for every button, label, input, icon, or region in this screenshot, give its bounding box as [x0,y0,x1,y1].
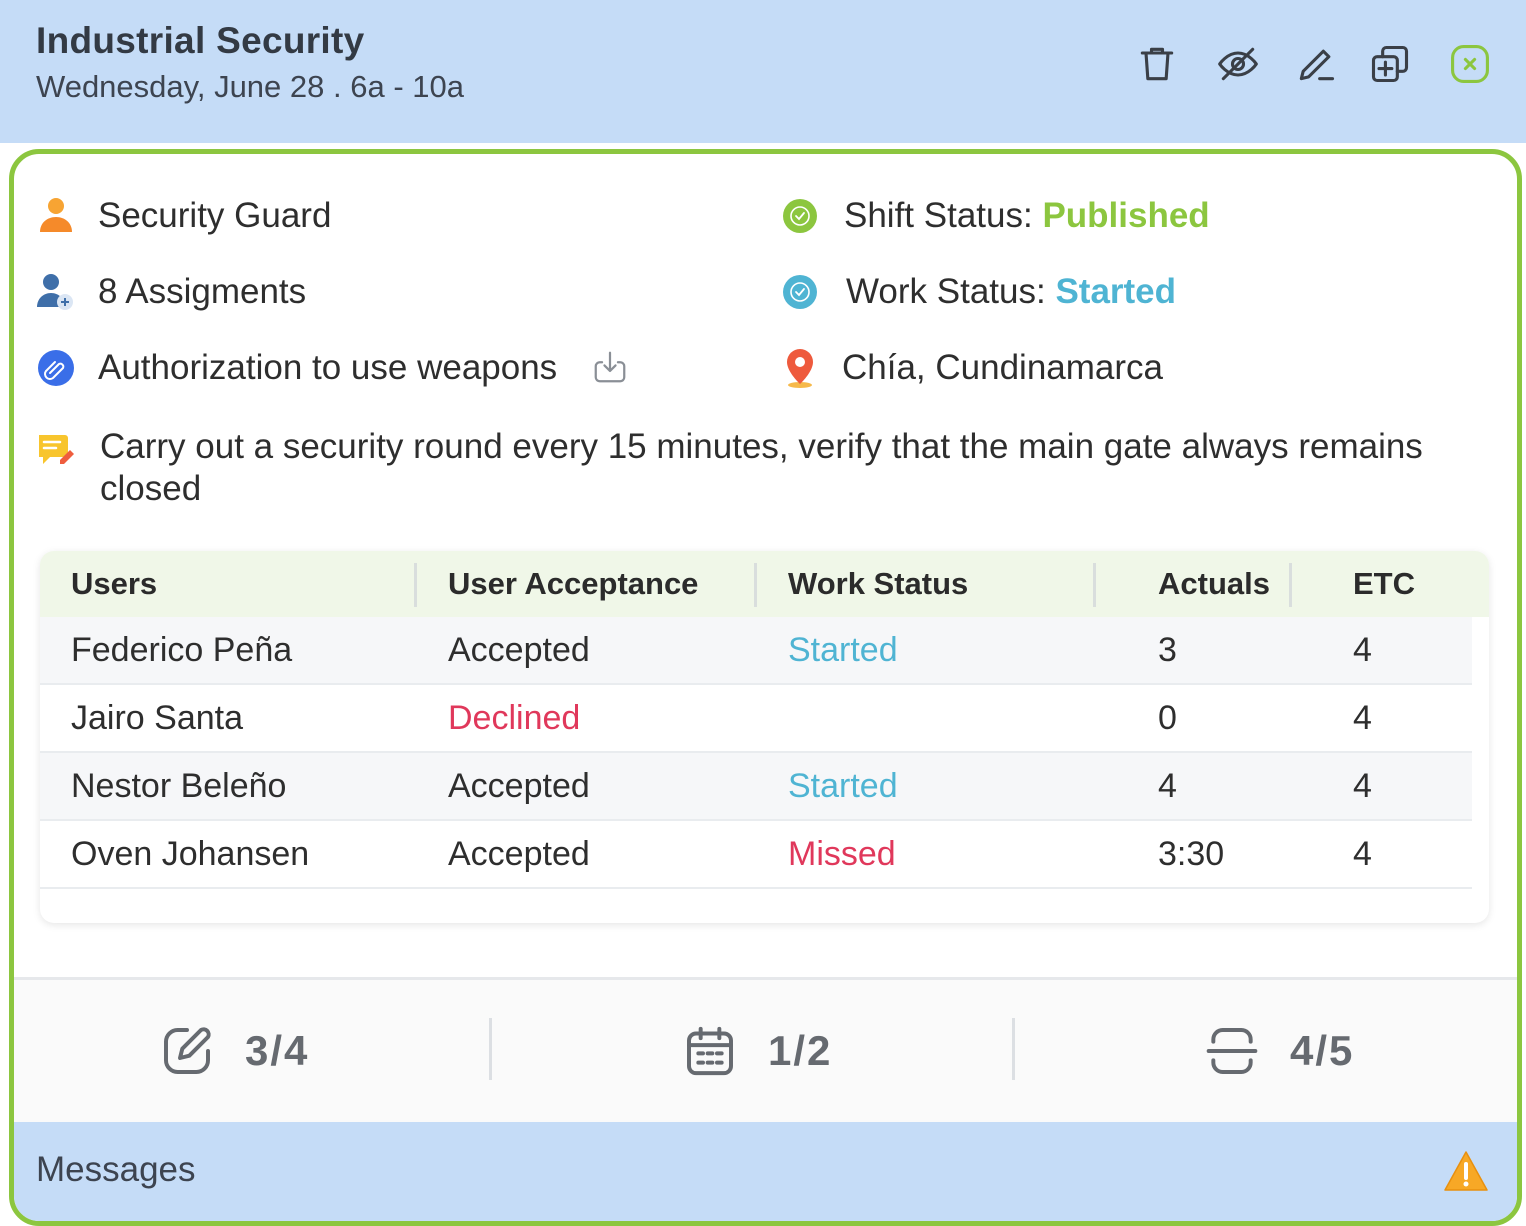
column-header-etc[interactable]: ETC [1353,551,1415,617]
scan-count: 4/5 [1290,1027,1355,1074]
table-header: Users User Acceptance Work Status Actual… [40,551,1489,617]
user-name: Federico Peña [71,631,293,669]
paperclip-icon [36,348,76,388]
table-row[interactable]: Jairo Santa Declined 0 4 [40,685,1472,753]
column-header-work-status[interactable]: Work Status [788,551,968,617]
close-icon [1451,45,1489,83]
work-status: Started [788,767,898,805]
shift-note: Carry out a security round every 15 minu… [100,427,1423,508]
edit-button[interactable] [1292,40,1340,88]
delete-button[interactable] [1133,40,1181,88]
etc: 4 [1353,699,1372,737]
actuals: 3 [1158,631,1177,669]
edit-square-icon [164,1027,211,1074]
trash-icon [1140,47,1174,81]
assignments-label: 8 Assigments [98,272,307,311]
hide-button[interactable] [1214,40,1262,88]
actuals: 3:30 [1158,835,1225,873]
etc: 4 [1353,631,1372,669]
column-header-users[interactable]: Users [71,551,157,617]
shift-status-value: Published [1042,196,1210,235]
location-row: Chía, Cundinamarca [780,348,1163,388]
actuals: 0 [1158,699,1177,737]
user-name: Nestor Beleño [71,767,287,805]
column-header-user-acceptance[interactable]: User Acceptance [448,551,698,617]
shift-datetime: Wednesday, June 28 . 6a - 10a [36,69,464,104]
scan-icon [1206,1028,1258,1074]
user-acceptance: Declined [448,699,581,737]
duplicate-button[interactable] [1366,40,1414,88]
schedule-stat[interactable]: 1/2 [682,980,832,1122]
person-icon [36,196,76,236]
role-row: Security Guard [36,196,331,236]
location-label: Chía, Cundinamarca [842,348,1163,387]
attachment-row: Authorization to use weapons [36,348,631,388]
work-status-row: Work Status: Started [780,272,1176,312]
shift-details-card: Security Guard 8 Assigments Authorizatio… [9,149,1522,1226]
map-pin-icon [780,348,820,388]
stats-bar: 3/4 1/2 4/5 [14,980,1517,1122]
shift-title: Industrial Security [36,20,365,61]
shift-header: Industrial Security Wednesday, June 28 .… [0,0,1526,143]
edits-stat[interactable]: 3/4 [159,980,309,1122]
close-button[interactable] [1446,40,1494,88]
etc: 4 [1353,835,1372,873]
user-acceptance: Accepted [448,631,590,669]
user-acceptance: Accepted [448,835,590,873]
messages-label: Messages [36,1150,196,1189]
shift-status-label: Shift Status [844,196,1023,235]
assignments-row: 8 Assigments [36,272,306,312]
shift-status-row: Shift Status: Published [780,196,1210,236]
scan-stat[interactable]: 4/5 [1204,980,1354,1122]
assignments-table: Users User Acceptance Work Status Actual… [40,551,1489,923]
check-circle-icon [780,196,820,236]
actuals: 4 [1158,767,1177,805]
check-circle-icon [780,272,820,312]
user-name: Jairo Santa [71,699,243,737]
role-label: Security Guard [98,196,332,235]
work-status: Missed [788,835,896,873]
edits-count: 3/4 [245,1027,310,1074]
user-name: Oven Johansen [71,835,310,873]
schedule-count: 1/2 [768,1027,833,1074]
download-icon[interactable] [591,348,631,388]
work-status-value: Started [1055,272,1177,311]
etc: 4 [1353,767,1372,805]
calendar-icon [687,1026,733,1076]
column-header-actuals[interactable]: Actuals [1158,551,1270,617]
work-status: Started [788,631,898,669]
table-row[interactable]: Federico Peña Accepted Started 3 4 [40,617,1472,685]
table-row[interactable]: Oven Johansen Accepted Missed 3:30 4 [40,821,1472,889]
attachment-label: Authorization to use weapons [98,348,558,387]
warning-icon[interactable] [1444,1150,1488,1192]
eye-off-icon [1218,47,1258,81]
user-acceptance: Accepted [448,767,590,805]
duplicate-icon [1371,45,1409,83]
pencil-icon [1299,49,1335,81]
note-icon [36,430,76,470]
messages-bar[interactable]: Messages [14,1122,1517,1221]
work-status-label: Work Status [846,272,1036,311]
table-row[interactable]: Nestor Beleño Accepted Started 4 4 [40,753,1472,821]
add-user-icon [36,272,76,312]
